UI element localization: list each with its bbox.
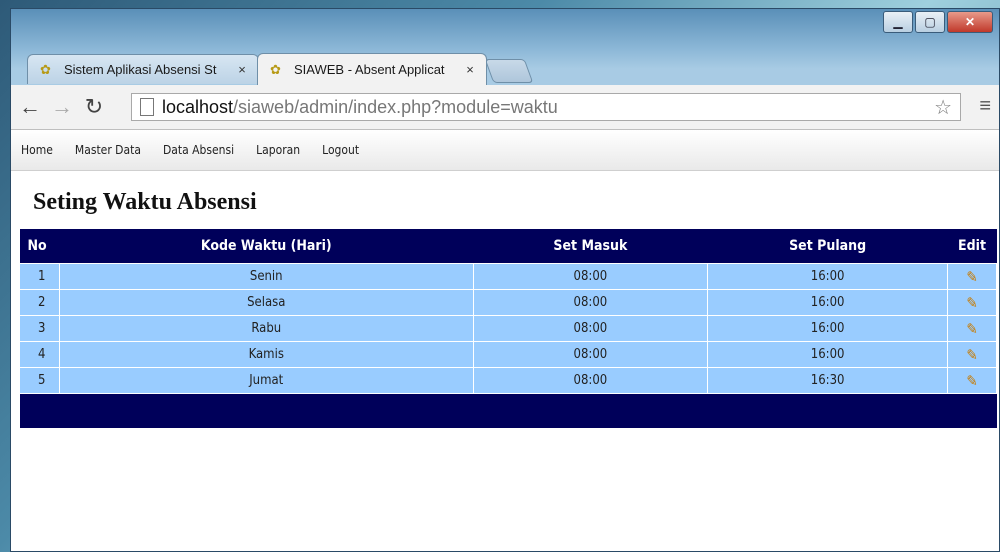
window-controls: ▁ ▢ ✕ <box>883 11 993 33</box>
col-header-set-pulang: Set Pulang <box>707 229 948 264</box>
cell-pulang: 16:00 <box>707 263 948 290</box>
cell-masuk: 08:00 <box>472 289 709 316</box>
edit-pencil-icon[interactable]: ✎ <box>966 372 977 390</box>
col-header-no: No <box>19 229 60 264</box>
favicon-icon: ✿ <box>40 61 51 77</box>
cell-no: 1 <box>19 263 60 290</box>
url-host: localhost <box>162 96 234 117</box>
minimize-icon[interactable]: ▁ <box>883 11 913 33</box>
cell-no: 5 <box>19 367 60 394</box>
cell-hari: Jumat <box>58 367 474 394</box>
col-header-kode-waktu: Kode Waktu (Hari) <box>59 229 473 264</box>
table-row: 5 Jumat 08:00 16:30 ✎ <box>19 367 997 394</box>
page-icon <box>140 98 154 116</box>
tab-close-icon[interactable]: × <box>234 62 250 77</box>
menu-icon[interactable]: ≡ <box>979 95 991 118</box>
nav-logout[interactable]: Logout <box>322 143 359 157</box>
tab-title: SIAWEB - Absent Applicat <box>294 62 445 77</box>
cell-pulang: 16:00 <box>707 315 948 342</box>
col-header-set-masuk: Set Masuk <box>473 229 708 264</box>
col-header-edit: Edit <box>947 229 997 264</box>
cell-hari: Selasa <box>58 289 474 316</box>
cell-masuk: 08:00 <box>472 341 709 368</box>
main-nav: Home Master Data Data Absensi Laporan Lo… <box>11 130 999 171</box>
new-tab-button[interactable] <box>484 59 534 83</box>
cell-hari: Senin <box>58 263 474 290</box>
nav-master-data[interactable]: Master Data <box>75 143 141 157</box>
cell-masuk: 08:00 <box>472 367 709 394</box>
url-path: /siaweb/admin/index.php?module=waktu <box>233 96 558 117</box>
favicon-icon: ✿ <box>270 61 281 77</box>
tab-title: Sistem Aplikasi Absensi St <box>64 62 217 77</box>
table-footer <box>19 393 997 428</box>
browser-toolbar: ← → ↻ localhost/siaweb/admin/index.php?m… <box>11 85 999 130</box>
close-window-icon[interactable]: ✕ <box>947 11 993 33</box>
nav-home[interactable]: Home <box>21 143 53 157</box>
cell-edit: ✎ <box>947 341 997 368</box>
tab-siaweb[interactable]: ✿ SIAWEB - Absent Applicat × <box>257 53 487 85</box>
page-content: Home Master Data Data Absensi Laporan Lo… <box>11 130 999 551</box>
table-row: 4 Kamis 08:00 16:00 ✎ <box>19 341 997 368</box>
table-row: 3 Rabu 08:00 16:00 ✎ <box>19 315 997 342</box>
cell-edit: ✎ <box>947 315 997 342</box>
forward-arrow-icon[interactable]: → <box>49 94 75 120</box>
table-header-row: No Kode Waktu (Hari) Set Masuk Set Pulan… <box>19 229 997 264</box>
nav-data-absensi[interactable]: Data Absensi <box>163 143 234 157</box>
edit-pencil-icon[interactable]: ✎ <box>966 268 977 286</box>
browser-window: ✿ Sistem Aplikasi Absensi St × ✿ SIAWEB … <box>10 8 1000 552</box>
cell-pulang: 16:00 <box>707 341 948 368</box>
cell-no: 4 <box>19 341 60 368</box>
cell-no: 3 <box>19 315 60 342</box>
maximize-icon[interactable]: ▢ <box>915 11 945 33</box>
cell-edit: ✎ <box>947 263 997 290</box>
cell-masuk: 08:00 <box>472 315 709 342</box>
back-arrow-icon[interactable]: ← <box>17 94 43 120</box>
table-footer-row <box>19 393 997 428</box>
cell-pulang: 16:30 <box>707 367 948 394</box>
cell-no: 2 <box>19 289 60 316</box>
edit-pencil-icon[interactable]: ✎ <box>966 346 977 364</box>
nav-laporan[interactable]: Laporan <box>256 143 300 157</box>
cell-masuk: 08:00 <box>472 263 709 290</box>
tab-sistem-aplikasi[interactable]: ✿ Sistem Aplikasi Absensi St × <box>27 54 259 84</box>
cell-hari: Rabu <box>58 315 474 342</box>
bookmark-star-icon[interactable]: ☆ <box>934 95 952 120</box>
cell-edit: ✎ <box>947 289 997 316</box>
waktu-table: No Kode Waktu (Hari) Set Masuk Set Pulan… <box>19 229 997 428</box>
tab-strip: ✿ Sistem Aplikasi Absensi St × ✿ SIAWEB … <box>11 9 999 85</box>
edit-pencil-icon[interactable]: ✎ <box>966 320 977 338</box>
cell-edit: ✎ <box>947 367 997 394</box>
table-row: 2 Selasa 08:00 16:00 ✎ <box>19 289 997 316</box>
page-title: Seting Waktu Absensi <box>33 189 257 215</box>
tab-close-icon[interactable]: × <box>462 62 478 77</box>
edit-pencil-icon[interactable]: ✎ <box>966 294 977 312</box>
table-row: 1 Senin 08:00 16:00 ✎ <box>19 263 997 290</box>
cell-hari: Kamis <box>58 341 474 368</box>
reload-icon[interactable]: ↻ <box>81 94 107 120</box>
address-bar[interactable]: localhost/siaweb/admin/index.php?module=… <box>131 93 961 121</box>
cell-pulang: 16:00 <box>707 289 948 316</box>
